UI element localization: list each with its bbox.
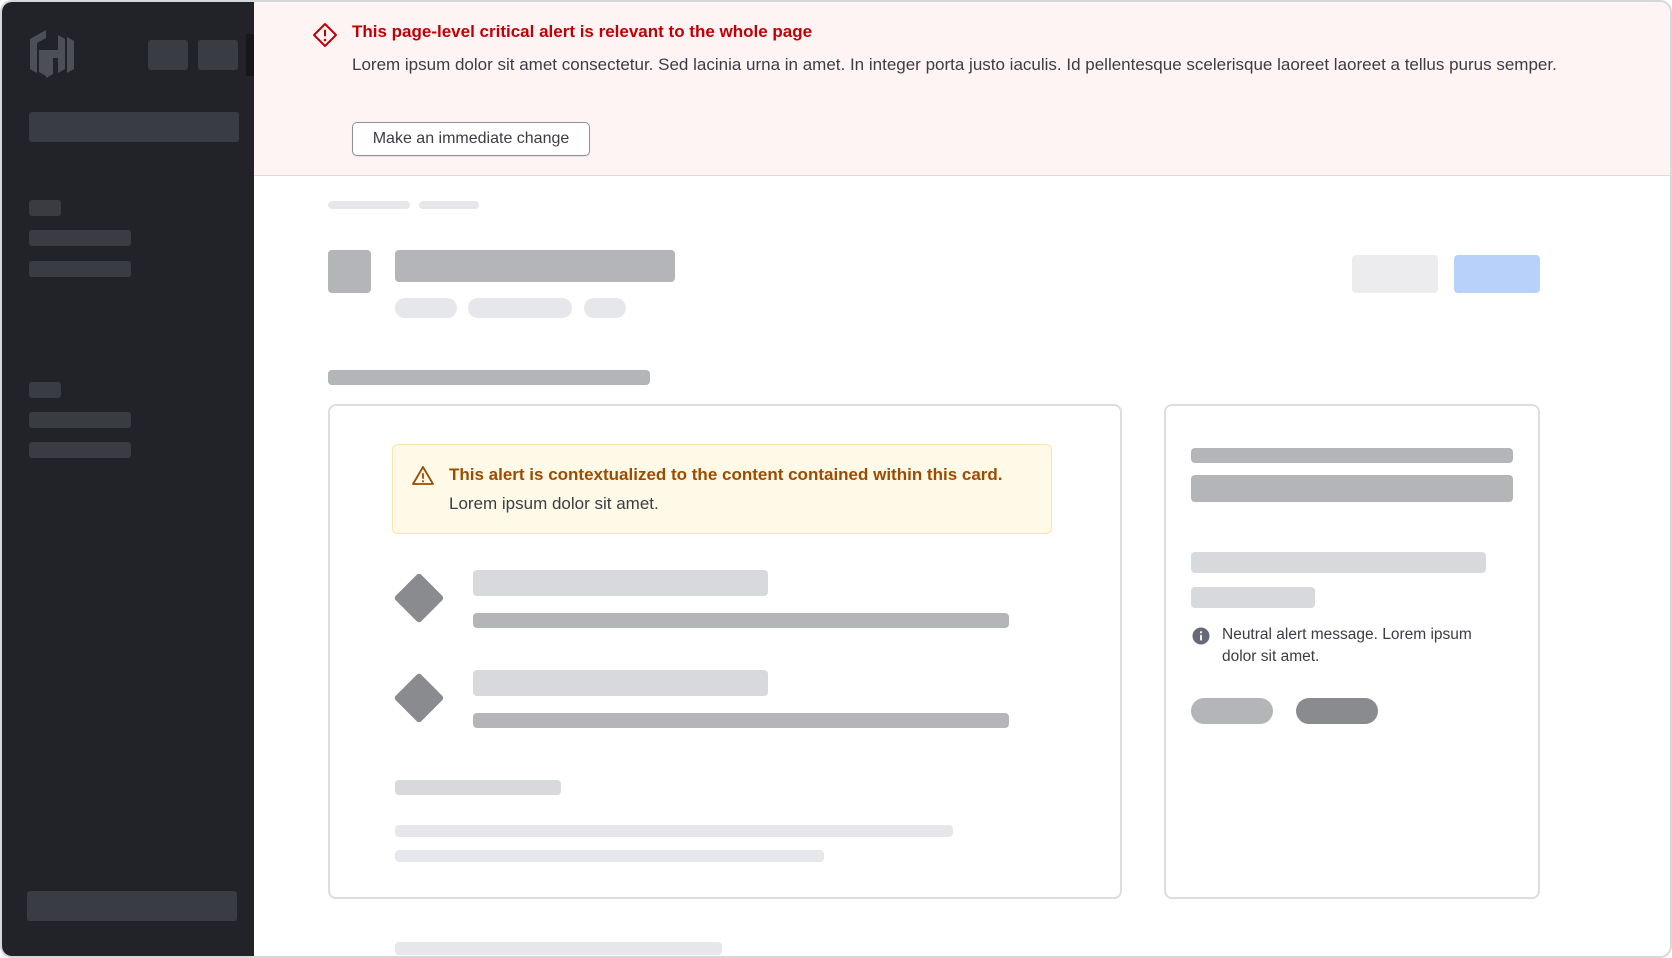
card-warning-alert: This alert is contextualized to the cont…	[392, 444, 1052, 534]
sidebar	[2, 2, 254, 956]
sidebar-item-placeholder[interactable]	[29, 261, 131, 277]
card-alert-title: This alert is contextualized to the cont…	[449, 465, 1003, 484]
page-alert-title: This page-level critical alert is releva…	[352, 22, 813, 41]
badge-placeholder	[584, 298, 626, 318]
neutral-alert-message: Neutral alert message. Lorem ipsum dolor…	[1222, 626, 1472, 665]
alert-triangle-icon	[412, 466, 434, 485]
breadcrumb-placeholder[interactable]	[419, 201, 479, 209]
side-card-heading-placeholder	[1191, 448, 1513, 463]
sidebar-footer-placeholder[interactable]	[27, 891, 237, 921]
card-text-line-placeholder	[395, 850, 824, 862]
card-text-line-placeholder	[395, 825, 953, 837]
page-critical-alert: This page-level critical alert is releva…	[254, 2, 1670, 176]
badge-placeholder	[468, 298, 572, 318]
card-alert-description: Lorem ipsum dolor sit amet.	[449, 494, 659, 513]
list-item-title-placeholder[interactable]	[473, 670, 768, 696]
secondary-action-button-placeholder[interactable]	[1352, 255, 1438, 293]
sidebar-search-placeholder[interactable]	[29, 112, 239, 142]
footer-text-placeholder	[395, 942, 722, 955]
info-icon	[1192, 627, 1210, 645]
side-card-text-placeholder	[1191, 552, 1486, 573]
list-item-text-placeholder	[473, 713, 1009, 728]
sidebar-item-placeholder[interactable]	[29, 442, 131, 458]
sidebar-section-heading-placeholder	[29, 200, 61, 216]
sidebar-header-button[interactable]	[198, 40, 238, 70]
page-title-placeholder	[395, 250, 675, 282]
side-card-button-placeholder[interactable]	[1191, 698, 1273, 724]
page-icon-placeholder	[328, 250, 371, 293]
page-alert-description: Lorem ipsum dolor sit amet consectetur. …	[352, 55, 1557, 74]
sidebar-item-placeholder[interactable]	[29, 412, 131, 428]
section-heading-placeholder	[328, 370, 650, 385]
side-card-text-placeholder	[1191, 587, 1315, 608]
hashicorp-logo[interactable]	[26, 28, 78, 80]
list-item-title-placeholder[interactable]	[473, 570, 768, 596]
breadcrumb-placeholder[interactable]	[328, 201, 410, 209]
badge-placeholder	[395, 298, 457, 318]
side-card-button-placeholder[interactable]	[1296, 698, 1378, 724]
sidebar-section-heading-placeholder	[29, 382, 61, 398]
sidebar-header-button[interactable]	[148, 40, 188, 70]
make-immediate-change-button[interactable]: Make an immediate change	[352, 122, 590, 156]
alert-diamond-icon	[313, 23, 337, 47]
primary-action-button-placeholder[interactable]	[1454, 255, 1540, 293]
sidebar-item-placeholder[interactable]	[29, 230, 131, 246]
side-card-title-placeholder	[1191, 475, 1513, 502]
list-item-text-placeholder	[473, 613, 1009, 628]
app-frame: This page-level critical alert is releva…	[0, 0, 1672, 958]
card-subheading-placeholder	[395, 780, 561, 795]
